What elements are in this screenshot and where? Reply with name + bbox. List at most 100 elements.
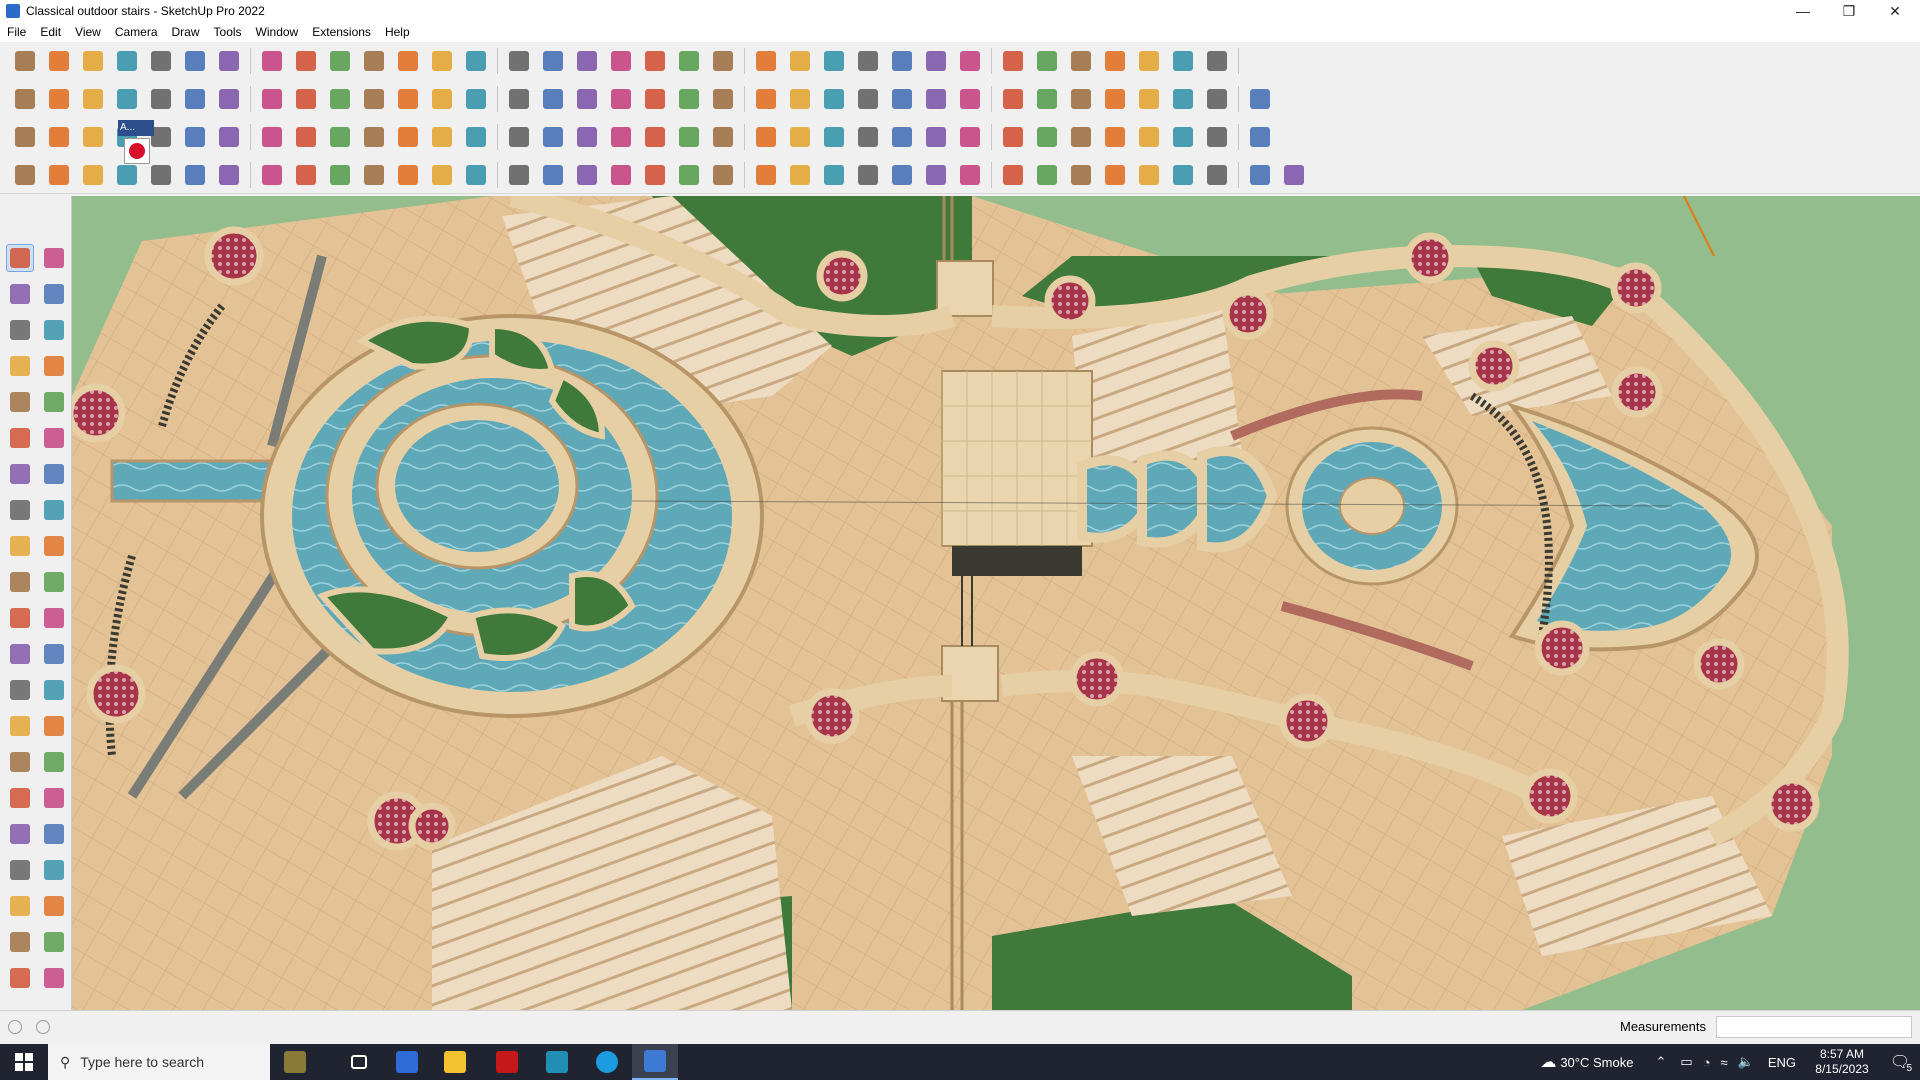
curic-16-tool-button[interactable]: [641, 122, 669, 152]
tool-13-tool-button[interactable]: [428, 160, 456, 190]
rotated-rectangle-tool-button[interactable]: [40, 388, 68, 416]
section-plane-tool-button[interactable]: [40, 892, 68, 920]
menu-camera[interactable]: Camera: [108, 25, 165, 39]
model-scene[interactable]: [72, 196, 1920, 1010]
search-tool-button[interactable]: [11, 46, 39, 76]
right-tool-button[interactable]: [113, 84, 141, 114]
credits-icon[interactable]: [36, 1020, 50, 1034]
curic-31-tool-button[interactable]: [1169, 122, 1197, 152]
measurements-input[interactable]: [1716, 1016, 1912, 1038]
flip-edge-tool-button[interactable]: [1101, 46, 1129, 76]
taskbar-edge[interactable]: [584, 1044, 630, 1080]
curic-3-tool-button[interactable]: [181, 122, 209, 152]
follow-me-tool-button[interactable]: [40, 568, 68, 596]
look-around-tool-button[interactable]: [40, 856, 68, 884]
top-tool-button[interactable]: [45, 84, 73, 114]
paint-bucket-tool-button[interactable]: [6, 280, 34, 308]
arc-tool-button[interactable]: [820, 84, 848, 114]
task-view-button[interactable]: [336, 1044, 382, 1080]
polygon-tool-button[interactable]: [854, 84, 882, 114]
hidden-line-tool-button[interactable]: [292, 84, 320, 114]
style-builder-tool-button[interactable]: [709, 84, 737, 114]
tool-14-tool-button[interactable]: [462, 160, 490, 190]
menu-view[interactable]: View: [68, 25, 108, 39]
textured-tool-button[interactable]: [360, 84, 388, 114]
scale-tool-button[interactable]: [360, 46, 388, 76]
curic-6-tool-button[interactable]: [292, 122, 320, 152]
push-pull-tool-button[interactable]: [215, 46, 243, 76]
text-tool-button[interactable]: [40, 676, 68, 704]
layout-tool-button[interactable]: [641, 84, 669, 114]
solid-red-tool-button[interactable]: [124, 138, 150, 164]
dimension-tool-button[interactable]: [40, 640, 68, 668]
freehand-tool-button[interactable]: [922, 84, 950, 114]
add-detail-tool-button[interactable]: [956, 46, 984, 76]
menu-tools[interactable]: Tools: [207, 25, 249, 39]
tool-17-tool-button[interactable]: [573, 160, 601, 190]
tool-19-tool-button[interactable]: [641, 160, 669, 190]
section-fill-tool-button[interactable]: [675, 46, 703, 76]
taskbar-file-explorer[interactable]: [432, 1044, 478, 1080]
circle-tool-button[interactable]: [6, 424, 34, 452]
rotate-tool-button[interactable]: [326, 46, 354, 76]
smoove-tool-button[interactable]: [999, 46, 1027, 76]
tool-12-tool-button[interactable]: [394, 160, 422, 190]
extension-warehouse-tool-button[interactable]: [607, 84, 635, 114]
network-icon[interactable]: ◔: [1703, 1055, 1711, 1070]
curic-15-tool-button[interactable]: [607, 122, 635, 152]
profile-tool-button[interactable]: [786, 46, 814, 76]
close-button[interactable]: ✕: [1872, 0, 1918, 22]
pencil-tool-button[interactable]: [113, 46, 141, 76]
component-tool-tool-button[interactable]: [6, 316, 34, 344]
rotate-tool-button[interactable]: [6, 568, 34, 596]
menu-extensions[interactable]: Extensions: [305, 25, 378, 39]
solid-tools-tool-button[interactable]: [6, 964, 34, 992]
fill-c-tool-button[interactable]: [79, 122, 107, 152]
profile-builder-tool-button[interactable]: [752, 84, 780, 114]
curic-24-tool-button[interactable]: [922, 122, 950, 152]
curic-20-tool-button[interactable]: [786, 122, 814, 152]
axes-tool-button[interactable]: [6, 712, 34, 740]
tool-32-tool-button[interactable]: [1101, 160, 1129, 190]
zoom-tool-button[interactable]: [6, 784, 34, 812]
curic-10-tool-button[interactable]: [428, 122, 456, 152]
orbit-cursor-tool-button[interactable]: [40, 244, 68, 272]
tool-22-tool-button[interactable]: [752, 160, 780, 190]
curic-4-tool-button[interactable]: [215, 122, 243, 152]
menu-file[interactable]: File: [0, 25, 33, 39]
house-tool-button[interactable]: [505, 84, 533, 114]
curic-18-tool-button[interactable]: [709, 122, 737, 152]
curic-9-tool-button[interactable]: [394, 122, 422, 152]
warehouse-tool-button[interactable]: [854, 46, 882, 76]
curic-33-tool-button[interactable]: [1246, 122, 1274, 152]
layers-tool-button[interactable]: [40, 964, 68, 992]
pie-tool-button[interactable]: [6, 496, 34, 524]
tool-25-tool-button[interactable]: [854, 160, 882, 190]
taskbar-app-3[interactable]: [534, 1044, 580, 1080]
tool-20-tool-button[interactable]: [675, 160, 703, 190]
restore-button[interactable]: ❐: [1826, 0, 1872, 22]
tool-6-tool-button[interactable]: [181, 160, 209, 190]
curic-8-tool-button[interactable]: [360, 122, 388, 152]
section-plane-tool-button[interactable]: [641, 46, 669, 76]
line-tool-button[interactable]: [6, 352, 34, 380]
tool-5-tool-button[interactable]: [147, 160, 175, 190]
help-tool-button[interactable]: [1203, 46, 1231, 76]
tray-chevron-icon[interactable]: ⌃: [1655, 1054, 1666, 1070]
tape-measure-tool-button[interactable]: [6, 640, 34, 668]
protractor-tool-button[interactable]: [1169, 84, 1197, 114]
bottom-tool-button[interactable]: [215, 84, 243, 114]
freehand-tool-button[interactable]: [40, 352, 68, 380]
tool-35-tool-button[interactable]: [1203, 160, 1231, 190]
curic-17-tool-button[interactable]: [675, 122, 703, 152]
component-tool-button[interactable]: [752, 46, 780, 76]
minimize-button[interactable]: —: [1780, 0, 1826, 22]
curic-26-tool-button[interactable]: [999, 122, 1027, 152]
arc-tool-button[interactable]: [6, 460, 34, 488]
rectangle-tool-button[interactable]: [956, 84, 984, 114]
tool-28-tool-button[interactable]: [956, 160, 984, 190]
eraser-tool-button[interactable]: [79, 46, 107, 76]
curic-22-tool-button[interactable]: [854, 122, 882, 152]
volume-icon[interactable]: 🔈: [1738, 1054, 1754, 1070]
curve-tool-button[interactable]: [786, 84, 814, 114]
